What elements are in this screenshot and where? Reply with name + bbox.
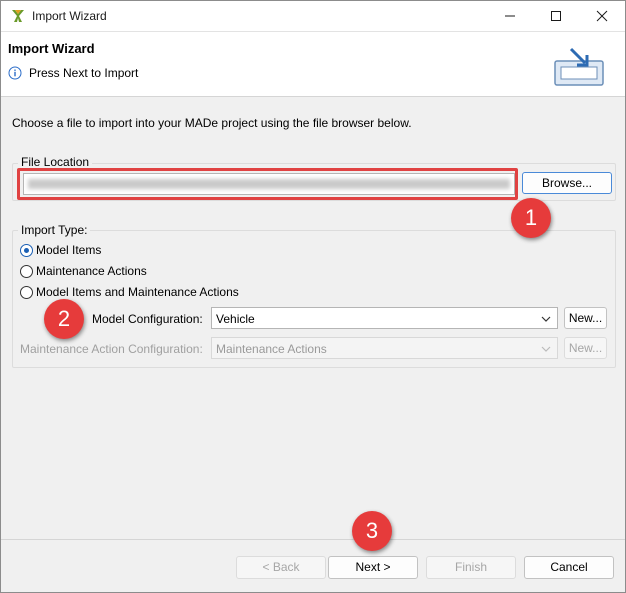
maintenance-action-configuration-value: Maintenance Actions [216, 342, 327, 356]
browse-button[interactable]: Browse... [522, 172, 612, 194]
annotation-badge-1: 1 [511, 198, 551, 238]
annotation-badge-3: 3 [352, 511, 392, 551]
annotation-highlight-box [17, 168, 518, 200]
instructions-text: Choose a file to import into your MADe p… [12, 116, 412, 130]
new-maintenance-config-button[interactable]: New... [564, 337, 607, 359]
import-wizard-window: Import Wizard Import Wizard Press Next t… [0, 0, 626, 593]
chevron-down-icon [541, 316, 551, 322]
import-type-label: Import Type: [18, 223, 91, 237]
radio-label: Model Items and Maintenance Actions [36, 285, 239, 299]
minimize-icon [505, 15, 515, 17]
import-banner-icon [554, 47, 604, 86]
radio-label: Maintenance Actions [36, 264, 147, 278]
close-window-button[interactable] [579, 1, 625, 31]
model-configuration-label: Model Configuration: [92, 312, 203, 326]
finish-button[interactable]: Finish [426, 556, 516, 579]
annotation-badge-2: 2 [44, 299, 84, 339]
radio-button[interactable] [20, 265, 33, 278]
radio-button-checked[interactable] [20, 244, 33, 257]
file-location-label: File Location [18, 155, 93, 169]
new-model-config-button[interactable]: New... [564, 307, 607, 329]
minimize-button[interactable] [487, 1, 533, 31]
window-title: Import Wizard [32, 9, 107, 23]
maximize-icon [551, 11, 561, 21]
wizard-header: Import Wizard Press Next to Import [1, 32, 625, 97]
maintenance-action-configuration-select[interactable]: Maintenance Actions [211, 337, 558, 359]
cancel-button[interactable]: Cancel [524, 556, 614, 579]
header-message: Press Next to Import [29, 66, 139, 80]
model-configuration-select[interactable]: Vehicle [211, 307, 558, 329]
app-logo-icon [12, 10, 24, 22]
maximize-button[interactable] [533, 1, 579, 31]
footer-divider [1, 539, 625, 540]
radio-button[interactable] [20, 286, 33, 299]
page-title: Import Wizard [8, 41, 95, 56]
maintenance-action-configuration-label: Maintenance Action Configuration: [20, 342, 203, 356]
close-icon [596, 10, 608, 22]
title-bar: Import Wizard [1, 1, 625, 32]
next-button[interactable]: Next > [328, 556, 418, 579]
radio-label: Model Items [36, 243, 102, 257]
chevron-down-icon [541, 346, 551, 352]
back-button[interactable]: < Back [236, 556, 326, 579]
model-configuration-value: Vehicle [216, 312, 255, 326]
info-icon [8, 66, 22, 80]
